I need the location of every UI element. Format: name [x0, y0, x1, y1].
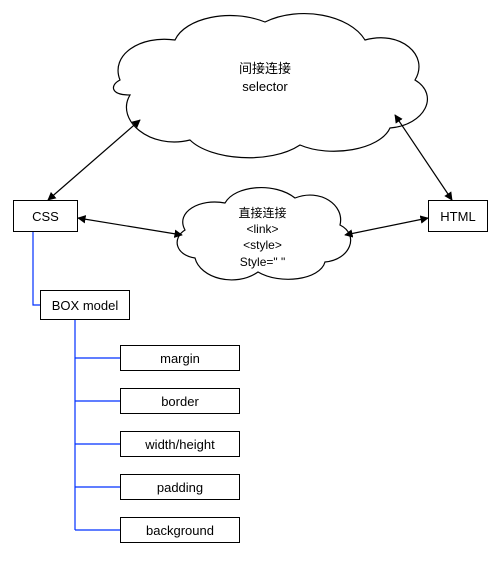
css-node-label: CSS	[32, 209, 59, 224]
cloud-mid-label: 直接连接 <link> <style> Style=" "	[215, 205, 310, 270]
item-border-label: border	[161, 394, 199, 409]
cloud-top-line1: 间接连接	[200, 60, 330, 78]
item-margin-label: margin	[160, 351, 200, 366]
item-padding-label: padding	[157, 480, 203, 495]
html-node-label: HTML	[440, 209, 475, 224]
item-width-height: width/height	[120, 431, 240, 457]
item-padding: padding	[120, 474, 240, 500]
cloud-mid-line2: <link>	[215, 221, 310, 237]
item-wh-label: width/height	[145, 437, 214, 452]
box-model-label: BOX model	[52, 298, 118, 313]
item-border: border	[120, 388, 240, 414]
item-background-label: background	[146, 523, 214, 538]
cloud-mid-line4: Style=" "	[215, 254, 310, 270]
css-node: CSS	[13, 200, 78, 232]
item-background: background	[120, 517, 240, 543]
cloud-mid-line3: <style>	[215, 237, 310, 253]
diagram-canvas: { "cloud_top": { "line1": "间接连接", "line2…	[0, 0, 500, 571]
box-model-node: BOX model	[40, 290, 130, 320]
cloud-mid-line1: 直接连接	[215, 205, 310, 221]
html-node: HTML	[428, 200, 488, 232]
cloud-top-label: 间接连接 selector	[200, 60, 330, 95]
cloud-top-line2: selector	[200, 78, 330, 96]
item-margin: margin	[120, 345, 240, 371]
